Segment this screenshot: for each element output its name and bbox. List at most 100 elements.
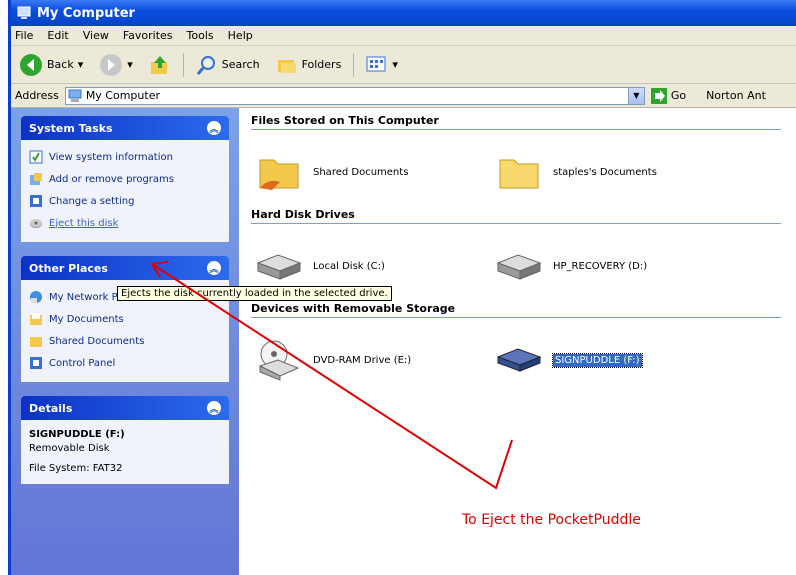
search-icon: [196, 55, 215, 75]
menu-view[interactable]: View: [83, 29, 109, 42]
shared-folder-icon: [259, 159, 299, 190]
folder-up-icon: [150, 55, 167, 74]
back-dropdown-icon[interactable]: ▾: [78, 58, 84, 71]
folders-button[interactable]: Folders: [272, 52, 346, 78]
views-button[interactable]: ▾: [362, 53, 402, 77]
task-label: Eject this disk: [49, 217, 119, 229]
toolbar: Back ▾ ▾ Search Folders ▾: [11, 46, 796, 84]
go-arrow-icon: [650, 87, 667, 104]
menu-file[interactable]: File: [15, 29, 33, 42]
details-body: SIGNPUDDLE (F:) Removable Disk File Syst…: [21, 420, 229, 484]
collapse-chevron-icon[interactable]: ︽: [207, 401, 221, 415]
dvd-drive-icon: [258, 340, 300, 381]
eject-disk-icon: [30, 219, 42, 228]
shared-documents-item[interactable]: Shared Documents: [251, 150, 491, 194]
back-label: Back: [47, 58, 74, 71]
title-bar[interactable]: My Computer: [11, 0, 796, 26]
system-tasks-title: System Tasks: [29, 121, 113, 135]
details-filesystem: File System: FAT32: [29, 463, 123, 474]
system-tasks-panel: System Tasks ︽ View system information A…: [21, 116, 229, 242]
signpuddle-drive-item[interactable]: SIGNPUDDLE (F:): [491, 338, 731, 382]
group-files-title: Files Stored on This Computer: [251, 114, 781, 130]
other-places-header[interactable]: Other Places ︽: [21, 256, 229, 280]
control-panel-icon: [30, 357, 42, 369]
item-label: HP_RECOVERY (D:): [553, 260, 648, 272]
group-files-row: Shared Documents staples's Documents: [251, 136, 796, 208]
menu-edit[interactable]: Edit: [47, 29, 68, 42]
search-label: Search: [221, 58, 260, 71]
up-button[interactable]: [145, 52, 175, 78]
views-dropdown-icon[interactable]: ▾: [392, 58, 398, 71]
folder-icon: [499, 159, 539, 189]
go-button[interactable]: Go: [650, 87, 686, 104]
computer-icon: [68, 89, 82, 102]
add-remove-programs-icon: [30, 173, 42, 185]
task-view-system-information[interactable]: View system information: [29, 146, 221, 168]
place-shared-documents[interactable]: Shared Documents: [29, 330, 221, 352]
item-label: Shared Documents: [313, 166, 409, 178]
menu-tools[interactable]: Tools: [187, 29, 214, 42]
control-panel-icon: [30, 195, 42, 207]
address-label: Address: [15, 89, 59, 102]
address-value: My Computer: [85, 89, 160, 102]
search-button[interactable]: Search: [192, 52, 264, 78]
back-button[interactable]: Back ▾: [15, 51, 87, 79]
folder-icon: [30, 313, 42, 325]
address-bar: Address My Computer ▼ Go Norton Ant: [11, 84, 796, 108]
task-label: View system information: [49, 151, 173, 163]
hp-recovery-item[interactable]: HP_RECOVERY (D:): [491, 244, 731, 288]
place-control-panel[interactable]: Control Panel: [29, 352, 221, 374]
content-area: System Tasks ︽ View system information A…: [11, 108, 796, 575]
place-label: My Documents: [49, 313, 124, 325]
network-places-icon: [30, 291, 42, 303]
main-pane: Files Stored on This Computer Shared Doc…: [239, 108, 796, 575]
folders-icon: [277, 59, 296, 73]
system-tasks-body: View system information Add or remove pr…: [21, 140, 229, 242]
menu-help[interactable]: Help: [228, 29, 253, 42]
removable-disk-icon: [496, 348, 542, 372]
local-disk-item[interactable]: Local Disk (C:): [251, 244, 491, 288]
item-label-selected: SIGNPUDDLE (F:): [552, 352, 643, 368]
annotation-text: To Eject the PocketPuddle: [462, 512, 641, 528]
computer-icon: [17, 6, 31, 19]
forward-dropdown-icon[interactable]: ▾: [127, 58, 133, 71]
norton-toolbar[interactable]: Norton Ant: [706, 89, 766, 102]
menu-favorites[interactable]: Favorites: [123, 29, 173, 42]
item-label: DVD-RAM Drive (E:): [313, 354, 412, 366]
item-label: Local Disk (C:): [313, 260, 385, 272]
staples-documents-item[interactable]: staples's Documents: [491, 150, 731, 194]
system-info-icon: [29, 150, 43, 164]
details-panel: Details ︽ SIGNPUDDLE (F:) Removable Disk…: [21, 396, 229, 484]
collapse-chevron-icon[interactable]: ︽: [207, 121, 221, 135]
details-header[interactable]: Details ︽: [21, 396, 229, 420]
window-title: My Computer: [37, 5, 135, 21]
task-add-remove-programs[interactable]: Add or remove programs: [29, 168, 221, 190]
toolbar-separator: [182, 52, 184, 77]
forward-button[interactable]: ▾: [95, 51, 137, 79]
details-name: SIGNPUDDLE (F:): [29, 429, 125, 440]
forward-arrow-icon: [100, 53, 123, 76]
group-removable-row: DVD-RAM Drive (E:) SIGNPUDDLE (F:): [251, 324, 796, 396]
menu-bar: File Edit View Favorites Tools Help: [11, 26, 796, 46]
toolbar-separator: [353, 52, 355, 77]
eject-tooltip: Ejects the disk currently loaded in the …: [117, 286, 392, 301]
item-label: staples's Documents: [553, 166, 657, 178]
task-eject-disk[interactable]: Eject this disk: [29, 212, 221, 234]
folder-icon: [30, 337, 42, 347]
system-tasks-header[interactable]: System Tasks ︽: [21, 116, 229, 140]
hard-disk-icon: [496, 254, 542, 280]
other-places-title: Other Places: [29, 261, 108, 275]
dvd-ram-drive-item[interactable]: DVD-RAM Drive (E:): [251, 338, 491, 382]
views-icon: [366, 56, 386, 71]
address-dropdown-button[interactable]: ▼: [627, 87, 644, 104]
group-removable-title: Devices with Removable Storage: [251, 302, 781, 318]
place-my-documents[interactable]: My Documents: [29, 308, 221, 330]
task-change-setting[interactable]: Change a setting: [29, 190, 221, 212]
address-input[interactable]: My Computer ▼: [64, 86, 645, 105]
details-title: Details: [29, 401, 73, 415]
place-label: Control Panel: [49, 357, 116, 369]
hard-disk-icon: [256, 254, 302, 280]
details-type: Removable Disk: [29, 443, 110, 454]
back-arrow-icon: [20, 53, 42, 76]
collapse-chevron-icon[interactable]: ︽: [207, 261, 221, 275]
